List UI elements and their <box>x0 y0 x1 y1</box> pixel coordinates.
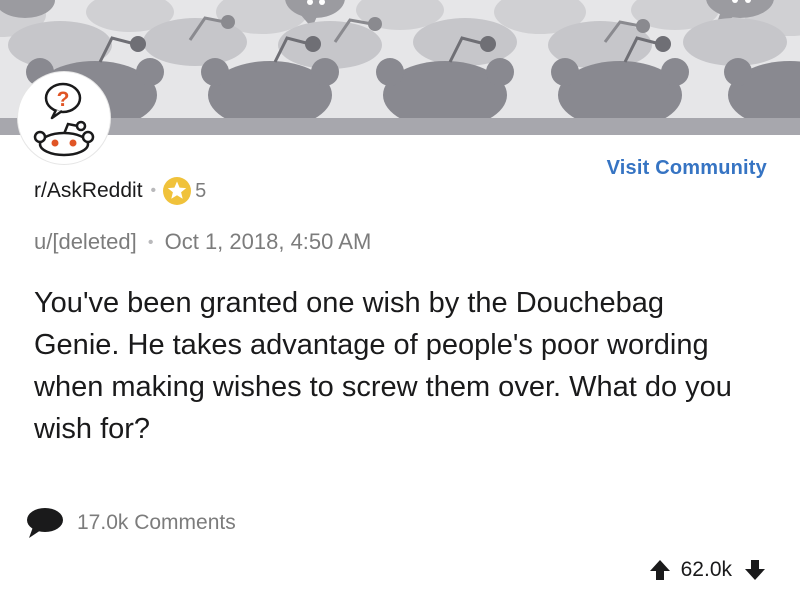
comments-count: 17.0k Comments <box>77 511 236 534</box>
subreddit-name[interactable]: r/AskReddit <box>34 179 143 203</box>
comment-bubble-icon <box>27 508 63 538</box>
separator-dot: • <box>147 234 154 252</box>
upvote-arrow-icon[interactable] <box>649 559 671 581</box>
comments-button[interactable]: 17.0k Comments <box>25 505 236 541</box>
svg-text:?: ? <box>57 88 70 111</box>
community-meta-row: r/AskReddit • 5 <box>34 174 206 208</box>
snoo-crowd-banner-icon <box>0 0 800 135</box>
askreddit-snoo-question-icon: ? <box>33 82 95 157</box>
post-timestamp: Oct 1, 2018, 4:50 AM <box>164 229 372 254</box>
downvote-arrow-icon[interactable] <box>744 559 766 581</box>
post-title[interactable]: You've been granted one wish by the Douc… <box>34 282 734 450</box>
community-banner <box>0 0 800 135</box>
post-author[interactable]: u/[deleted] <box>34 229 137 254</box>
vote-bar: 62.0k <box>649 558 766 582</box>
post-byline: u/[deleted] • Oct 1, 2018, 4:50 AM <box>34 229 371 255</box>
badge-count: 5 <box>195 179 207 202</box>
star-icon <box>163 177 192 205</box>
post-score: 62.0k <box>680 558 732 581</box>
community-avatar[interactable]: ? <box>18 72 110 164</box>
separator-dot: • <box>150 182 157 199</box>
visit-community-link[interactable]: Visit Community <box>607 157 767 180</box>
